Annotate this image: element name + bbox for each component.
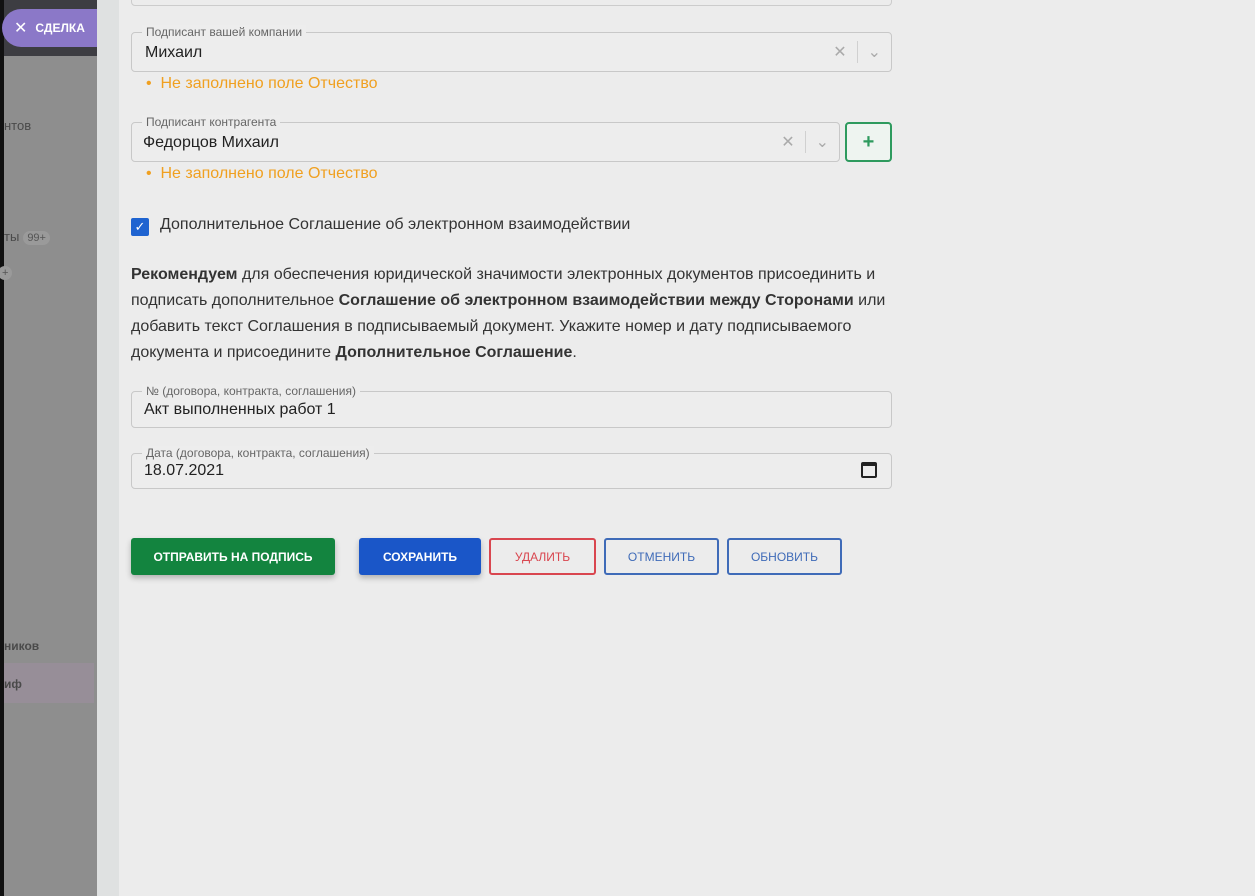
refresh-button[interactable]: ОБНОВИТЬ xyxy=(727,538,842,575)
count-badge: + xyxy=(0,266,13,280)
chevron-down-icon[interactable]: ⌄ xyxy=(816,132,829,152)
previous-field[interactable] xyxy=(131,0,892,6)
field-value: Акт выполненных работ 1 xyxy=(144,401,336,418)
recommendation-text: Рекомендуем для обеспечения юридической … xyxy=(131,262,901,366)
sidebar-item-other[interactable]: + xyxy=(0,264,13,280)
separator xyxy=(804,131,806,153)
field-label: № (договора, контракта, соглашения) xyxy=(142,384,360,398)
agreement-checkbox[interactable]: ✓ xyxy=(131,218,149,236)
signer-company-select[interactable]: Подписант вашей компании Михаил ✕ ⌄ xyxy=(131,25,892,72)
sidebar-item-label: иф xyxy=(4,677,22,691)
clear-icon[interactable]: ✕ xyxy=(833,42,846,62)
error-text: Не заполнено поле Отчество xyxy=(160,75,378,92)
sidebar-item-label: ты xyxy=(4,229,20,244)
count-badge: 99+ xyxy=(23,231,50,245)
sidebar-item-tariff[interactable]: иф xyxy=(4,663,94,703)
field-label: Дата (договора, контракта, соглашения) xyxy=(142,446,374,460)
text: . xyxy=(572,344,577,361)
send-for-signature-button[interactable]: ОТПРАВИТЬ НА ПОДПИСЬ xyxy=(131,538,335,575)
sidebar-item-employees[interactable]: ников xyxy=(4,639,39,653)
sidebar: нтов ты 99+ + ников иф xyxy=(0,0,97,896)
document-number-input[interactable]: № (договора, контракта, соглашения) Акт … xyxy=(131,384,892,428)
text-bold: Рекомендуем xyxy=(131,266,238,283)
agreement-checkbox-label[interactable]: Дополнительное Соглашение об электронном… xyxy=(160,216,630,234)
field-label: Подписант контрагента xyxy=(142,115,281,129)
cancel-button[interactable]: ОТМЕНИТЬ xyxy=(604,538,719,575)
field-value: 18.07.2021 xyxy=(144,462,225,479)
chevron-down-icon[interactable]: ⌄ xyxy=(868,42,881,62)
error-text: Не заполнено поле Отчество xyxy=(160,165,378,182)
delete-button[interactable]: УДАЛИТЬ xyxy=(489,538,596,575)
text-bold: Дополнительное Соглашение xyxy=(335,344,573,361)
deal-close-button[interactable]: ✕ СДЕЛКА xyxy=(2,9,97,47)
calendar-icon[interactable] xyxy=(861,462,877,478)
validation-error: • Не заполнено поле Отчество xyxy=(146,75,378,92)
validation-error: • Не заполнено поле Отчество xyxy=(146,165,378,182)
document-date-input[interactable]: Дата (договора, контракта, соглашения) 1… xyxy=(131,446,892,489)
text-bold: Соглашение об электронном взаимодействии… xyxy=(338,292,854,309)
close-icon: ✕ xyxy=(14,20,28,37)
signer-counterparty-select[interactable]: Подписант контрагента Федорцов Михаил ✕ ⌄ xyxy=(131,115,840,162)
sidebar-item-documents[interactable]: нтов xyxy=(4,118,31,133)
divider-strip xyxy=(97,0,119,896)
clear-icon[interactable]: ✕ xyxy=(781,132,794,152)
field-value: Федорцов Михаил xyxy=(143,134,279,151)
field-label: Подписант вашей компании xyxy=(142,25,307,39)
save-button[interactable]: СОХРАНИТЬ xyxy=(359,538,481,575)
sidebar-item-label: ников xyxy=(4,639,40,653)
separator xyxy=(856,41,858,63)
sidebar-item-label: нтов xyxy=(4,118,32,133)
deal-label: СДЕЛКА xyxy=(35,21,85,35)
sidebar-item-contacts[interactable]: ты 99+ xyxy=(4,229,50,245)
field-value: Михаил xyxy=(145,44,203,61)
add-counterparty-signer-button[interactable]: + xyxy=(845,122,892,162)
